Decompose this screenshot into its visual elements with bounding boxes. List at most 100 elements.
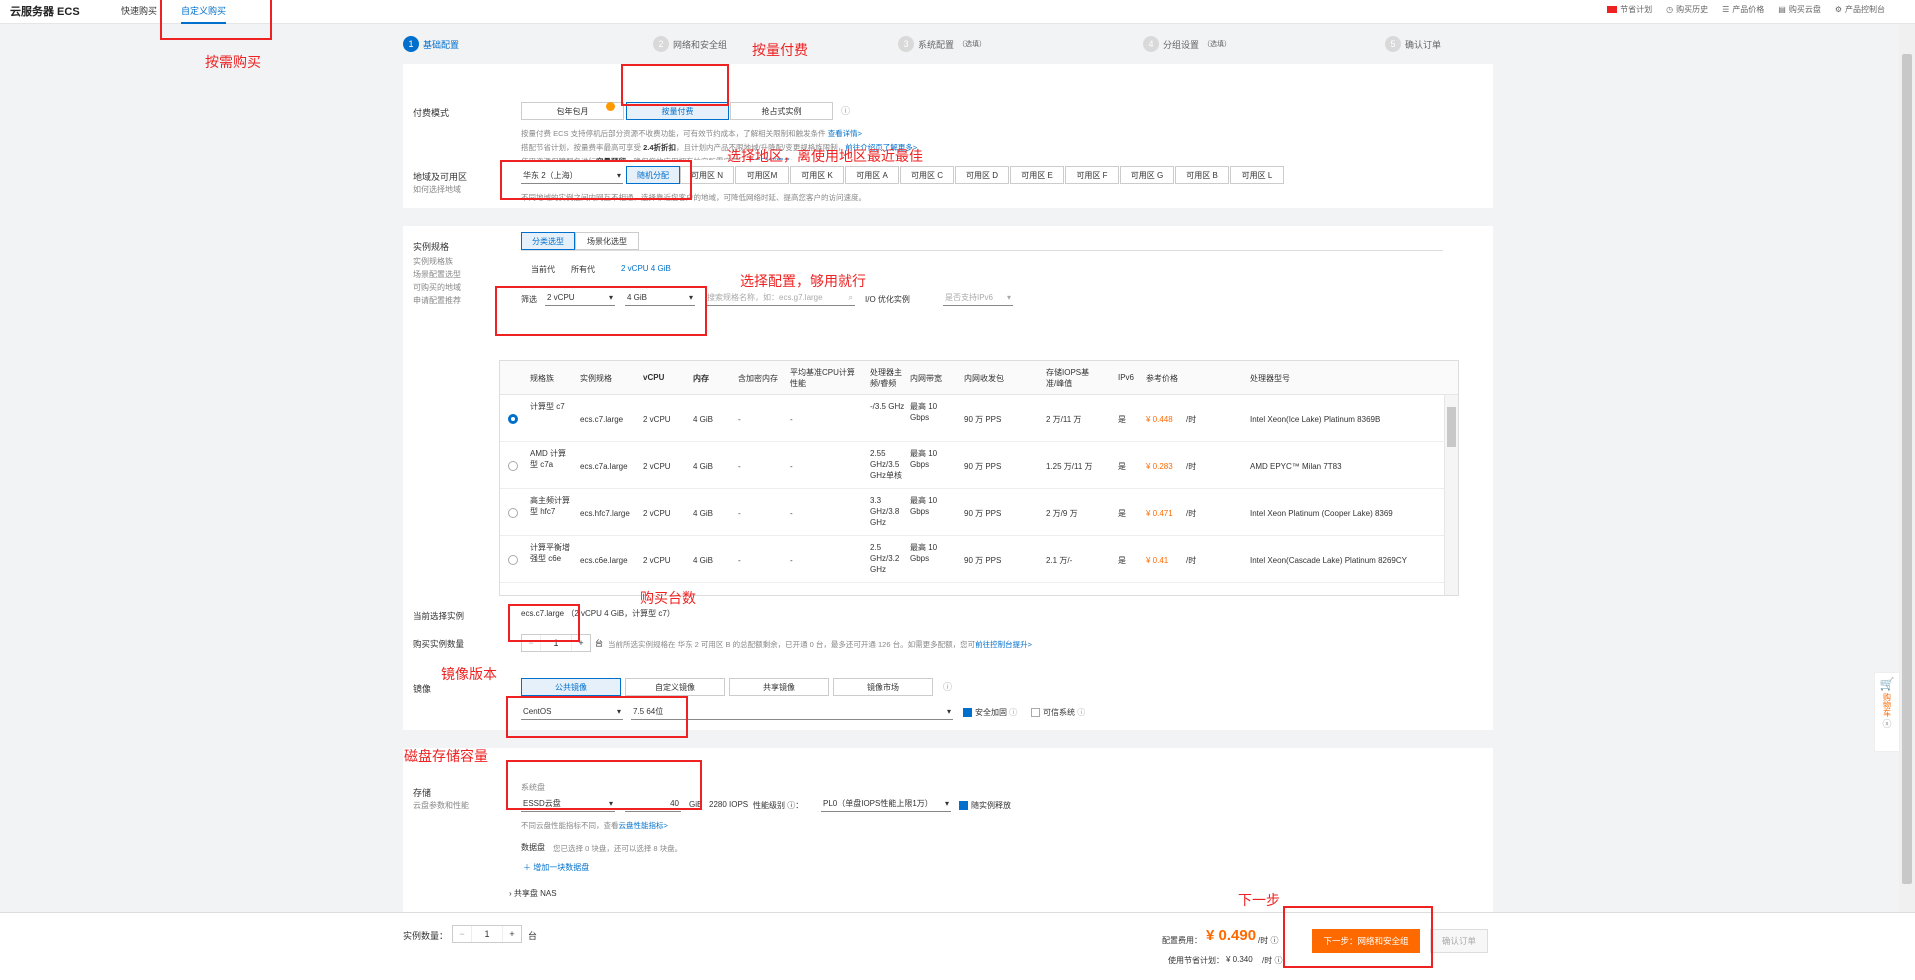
trusted-checkbox[interactable]: 可信系统 ⓘ <box>1031 707 1085 718</box>
table-scrollbar-thumb[interactable] <box>1447 407 1456 447</box>
quantity-stepper[interactable]: − 1 + <box>521 634 591 652</box>
side-link-recommend[interactable]: 申请配置推荐 <box>413 295 461 306</box>
side-link-regions[interactable]: 可购买的地域 <box>413 282 461 293</box>
minus-icon[interactable]: − <box>453 926 471 942</box>
row-radio[interactable] <box>508 413 518 424</box>
step-confirm[interactable]: 5 确认订单 <box>1385 36 1441 52</box>
checkbox-icon[interactable] <box>1031 708 1040 718</box>
tab-category-select[interactable]: 分类选型 <box>521 232 575 250</box>
cell-freq: 3.3 GHz/3.8 GHz <box>870 496 900 527</box>
gen-preset-tab[interactable]: 2 vCPU 4 GiB <box>621 264 671 273</box>
zone-f-button[interactable]: 可用区 F <box>1065 166 1119 184</box>
tab-quick-buy[interactable]: 快速购买 <box>121 4 157 17</box>
search-icon[interactable]: ⌕ <box>849 293 853 303</box>
row-radio[interactable] <box>508 554 518 565</box>
row-radio[interactable] <box>508 460 518 471</box>
side-link-family[interactable]: 实例规格族 <box>413 256 453 267</box>
table-row[interactable]: AMD 计算型 c7a ecs.c7a.large 2 vCPU 4 GiB - - 2.5… <box>500 442 1445 489</box>
side-link-scenario[interactable]: 场景配置选型 <box>413 269 461 280</box>
zone-a-button[interactable]: 可用区 A <box>845 166 899 184</box>
tab-scenario-select[interactable]: 场景化选型 <box>575 232 639 250</box>
os-select[interactable]: CentOS ▾ <box>521 704 623 720</box>
perf-select[interactable]: PL0（单盘IOPS性能上限1万） ▾ <box>821 796 951 812</box>
region-help-link[interactable]: 如何选择地域 <box>413 184 461 195</box>
gen-current-tab[interactable]: 当前代 <box>531 264 555 275</box>
help-icon[interactable]: ⓘ <box>841 104 850 117</box>
help-icon[interactable]: ⓘ <box>1077 708 1085 717</box>
billing-payg-button[interactable]: 按量付费 <box>626 102 729 120</box>
cell-mem: 4 GiB <box>693 555 714 565</box>
check-icon[interactable] <box>959 801 968 811</box>
step-basic[interactable]: 1 基础配置 <box>403 36 459 52</box>
zone-l-button[interactable]: 可用区 L <box>1230 166 1284 184</box>
close-icon[interactable]: ⓧ <box>1882 717 1891 730</box>
step-network[interactable]: 2 网络和安全组 <box>653 36 727 52</box>
next-step-button[interactable]: 下一步：网络和安全组 <box>1312 929 1420 953</box>
toplink-buy-disk[interactable]: ▤ 购买云盘 <box>1778 4 1821 15</box>
region-select[interactable]: 华东 2（上海） ▾ <box>521 168 623 184</box>
help-icon[interactable]: ⓘ <box>1009 708 1017 717</box>
plus-icon[interactable]: + <box>503 926 521 942</box>
disk-type-select[interactable]: ESSD云盘 ▾ <box>521 796 615 812</box>
cpu-select[interactable]: 2 vCPU ▾ <box>545 290 615 306</box>
zone-k-button[interactable]: 可用区 K <box>790 166 844 184</box>
chevron-down-icon: ▾ <box>946 707 951 716</box>
zone-random-button[interactable]: 随机分配 <box>626 166 680 184</box>
quantity-label: 购买实例数量 <box>413 639 465 649</box>
secure-checkbox[interactable]: 安全加固 ⓘ <box>963 707 1017 718</box>
table-row[interactable]: 计算平衡增强型 c6e ecs.c6e.large 2 vCPU 4 GiB - - 2.5… <box>500 536 1445 583</box>
table-row[interactable]: 高主频计算型 hfc7 ecs.hfc7.large 2 vCPU 4 GiB - - 3.… <box>500 489 1445 536</box>
toplink-console[interactable]: ⚙ 产品控制台 <box>1835 4 1885 15</box>
ipv6-select[interactable]: 是否支持IPv6 ▾ <box>943 290 1013 306</box>
cell-enc: - <box>738 461 741 471</box>
footer-quantity-stepper[interactable]: − 1 + <box>452 925 522 943</box>
zone-e-button[interactable]: 可用区 E <box>1010 166 1064 184</box>
tab-shared-image[interactable]: 共享镜像 <box>729 678 829 696</box>
confirm-order-button[interactable]: 确认订单 <box>1430 929 1488 953</box>
tab-custom-image[interactable]: 自定义镜像 <box>625 678 725 696</box>
toplink-savings-plan[interactable]: 节省计划 <box>1607 4 1652 15</box>
cart-sidebar[interactable]: 🛒 购物车 ⓧ <box>1874 672 1900 752</box>
step-group[interactable]: 4 分组设置 （选填） <box>1143 36 1231 52</box>
image-help-icon[interactable]: ⓘ <box>943 680 952 693</box>
page-scrollbar[interactable] <box>1899 24 1915 980</box>
scrollbar-thumb[interactable] <box>1902 54 1912 884</box>
toplink-history[interactable]: ◷ 购买历史 <box>1666 4 1708 15</box>
zone-b-button[interactable]: 可用区 B <box>1175 166 1229 184</box>
step-system[interactable]: 3 系统配置 （选填） <box>898 36 986 52</box>
add-data-disk-button[interactable]: ＋ 增加一块数据盘 <box>523 862 589 873</box>
cell-enc: - <box>738 414 741 424</box>
table-row[interactable]: 计算型 c7 ecs.c7.large 2 vCPU 4 GiB - - -/3.5 GHz… <box>500 395 1445 442</box>
table-scrollbar[interactable] <box>1444 395 1458 595</box>
plus-icon[interactable]: + <box>572 635 590 651</box>
zone-n-button[interactable]: 可用区 N <box>680 166 734 184</box>
footer-qty-unit: 台 <box>528 931 538 941</box>
spec-search-input[interactable]: 搜索规格名称，如：ecs.g7.large ⌕ <box>705 290 855 306</box>
minus-icon[interactable]: − <box>522 635 540 651</box>
nas-toggle[interactable]: › 共享盘 NAS <box>509 888 557 899</box>
zone-c-button[interactable]: 可用区 C <box>900 166 954 184</box>
disk-icon: ▤ <box>1778 5 1786 14</box>
disk-iops: 2280 IOPS <box>709 800 749 809</box>
disk-size-input[interactable]: 40 <box>625 796 681 812</box>
release-checkbox[interactable]: 随实例释放 <box>959 800 1011 811</box>
gen-all-tab[interactable]: 所有代 <box>571 264 595 275</box>
fee-label: 配置费用： <box>1162 936 1202 945</box>
tab-marketplace-image[interactable]: 镜像市场 <box>833 678 933 696</box>
zone-d-button[interactable]: 可用区 D <box>955 166 1009 184</box>
mem-select[interactable]: 4 GiB ▾ <box>625 290 695 306</box>
toplink-price[interactable]: ☰ 产品价格 <box>1722 4 1764 15</box>
tab-custom-buy[interactable]: 自定义购买 <box>181 4 227 24</box>
cell-enc: - <box>738 508 741 518</box>
quantity-note: 当前所选实例规格在 华东 2 可用区 B 的总配额剩余，已开通 0 台，最多还可… <box>608 640 1032 649</box>
savings-icon <box>1607 6 1618 13</box>
zone-g-button[interactable]: 可用区 G <box>1120 166 1174 184</box>
cell-family: AMD 计算型 c7a <box>530 449 566 469</box>
zone-m-button[interactable]: 可用区M <box>735 166 789 184</box>
main-content: 1 基础配置 2 网络和安全组 3 系统配置 （选填） 4 分组设置 （选填） 5 确认订单 … <box>403 24 1493 914</box>
tab-public-image[interactable]: 公共镜像 <box>521 678 621 696</box>
row-radio[interactable] <box>508 507 518 518</box>
check-icon[interactable] <box>963 708 972 718</box>
os-version-select[interactable]: 7.5 64位 ▾ <box>631 704 953 720</box>
billing-spot-button[interactable]: 抢占式实例 <box>730 102 833 120</box>
